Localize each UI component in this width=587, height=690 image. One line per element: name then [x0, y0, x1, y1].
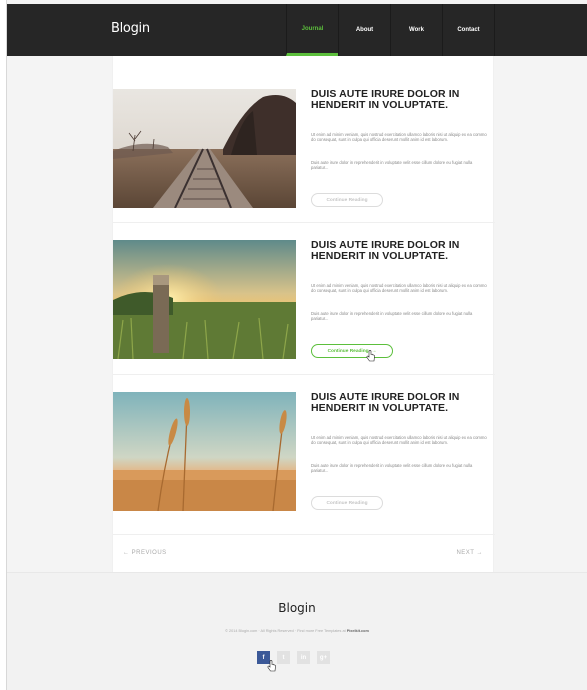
post-title[interactable]: DUIS AUTE IRURE DOLOR IN HENDERIT IN VOL… [311, 89, 483, 111]
blog-post: DUIS AUTE IRURE DOLOR IN HENDERIT IN VOL… [113, 392, 495, 514]
post-excerpt: Ut enim ad minim veniam, quis nostrud ex… [311, 435, 487, 446]
footer-copyright: © 2014 Blogin.com · All Rights Reserved … [7, 629, 587, 633]
post-divider [113, 374, 495, 375]
button-label: Continue Reading [326, 197, 368, 203]
copyright-text: © 2014 Blogin.com · All Rights Reserved … [225, 629, 346, 633]
post-divider [113, 222, 495, 223]
site-logo[interactable]: Blogin [111, 21, 150, 36]
previous-page-link[interactable]: ← PREVIOUS [123, 550, 167, 556]
post-excerpt: Ut enim ad minim veniam, quis nostrud ex… [311, 132, 487, 143]
nav-divider [494, 4, 544, 56]
post-title[interactable]: DUIS AUTE IRURE DOLOR IN HENDERIT IN VOL… [311, 392, 483, 414]
pagination-divider [113, 534, 495, 535]
continue-reading-button[interactable]: Continue Reading → [311, 344, 393, 358]
footer-logo[interactable]: Blogin [7, 601, 587, 615]
site-header: Blogin Journal About Work Contact [7, 4, 587, 56]
nav-journal[interactable]: Journal [286, 4, 338, 56]
site-footer: Blogin © 2014 Blogin.com · All Rights Re… [7, 572, 587, 690]
post-image-railroad[interactable] [113, 89, 296, 208]
post-excerpt: Ut enim ad minim veniam, quis nostrud ex… [311, 283, 487, 294]
blog-post: DUIS AUTE IRURE DOLOR IN HENDERIT IN VOL… [113, 240, 495, 362]
hand-cursor-icon [267, 660, 276, 672]
post-title[interactable]: DUIS AUTE IRURE DOLOR IN HENDERIT IN VOL… [311, 240, 483, 262]
main-nav: Journal About Work Contact [286, 4, 544, 56]
button-label: Continue Reading [326, 500, 368, 506]
post-excerpt-secondary: Duis aute irure dolor in reprehenderit i… [311, 311, 473, 322]
nav-work[interactable]: Work [390, 4, 442, 56]
button-label: Continue Reading [327, 348, 369, 354]
linkedin-icon[interactable]: in [297, 651, 310, 664]
post-excerpt-secondary: Duis aute irure dolor in reprehenderit i… [311, 463, 473, 474]
nav-contact[interactable]: Contact [442, 4, 494, 56]
blog-post: DUIS AUTE IRURE DOLOR IN HENDERIT IN VOL… [113, 89, 495, 211]
continue-reading-button[interactable]: Continue Reading [311, 496, 383, 510]
post-image-wheat[interactable] [113, 392, 296, 511]
post-excerpt-secondary: Duis aute irure dolor in reprehenderit i… [311, 160, 473, 171]
post-image-sunset-field[interactable] [113, 240, 296, 359]
twitter-icon[interactable]: t [277, 651, 290, 664]
google-plus-icon[interactable]: g+ [317, 651, 330, 664]
blog-content: DUIS AUTE IRURE DOLOR IN HENDERIT IN VOL… [112, 56, 495, 572]
hand-cursor-icon [366, 350, 375, 362]
continue-reading-button[interactable]: Continue Reading [311, 193, 383, 207]
nav-about[interactable]: About [338, 4, 390, 56]
next-page-link[interactable]: NEXT → [456, 550, 483, 556]
pixelkit-link[interactable]: Pixelkit.com [347, 629, 369, 633]
